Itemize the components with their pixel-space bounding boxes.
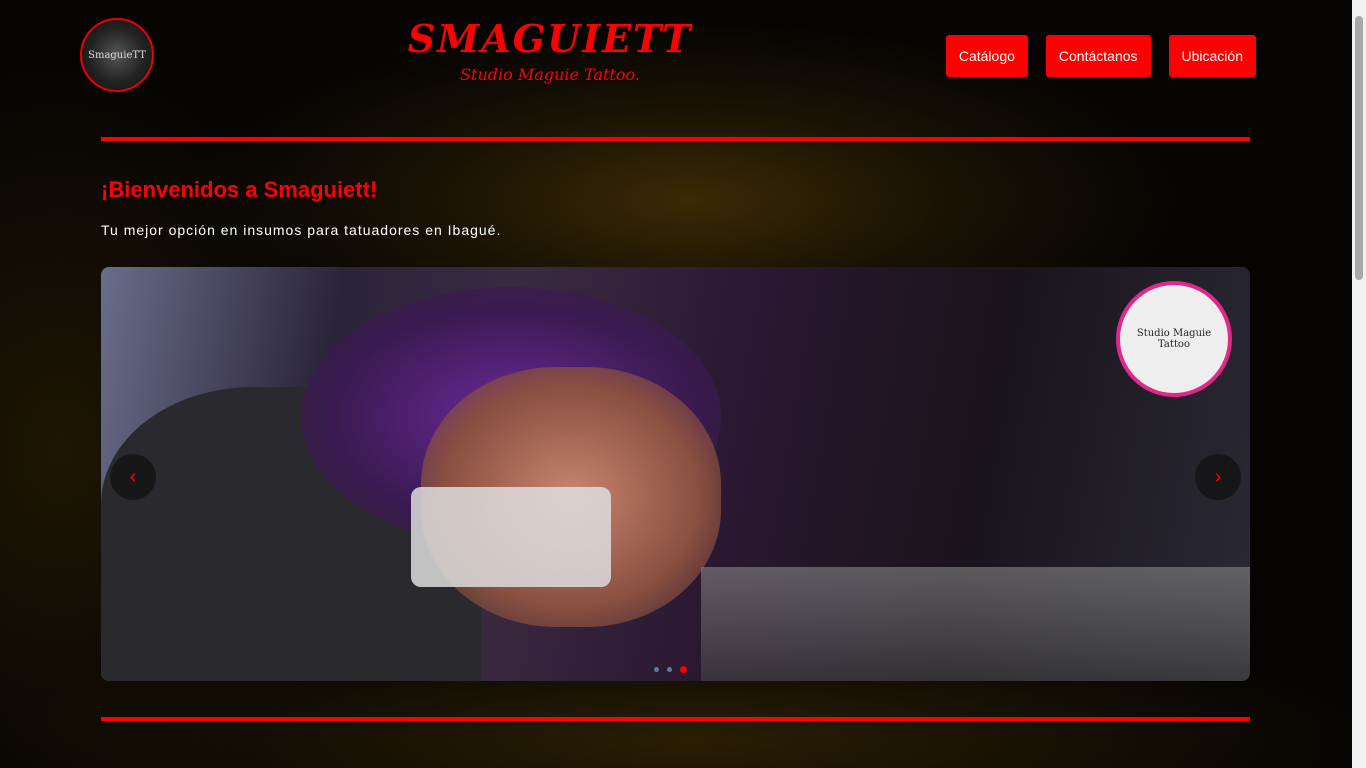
scrollbar[interactable] xyxy=(1352,0,1366,768)
brand-title: SMAGUIETT xyxy=(407,16,693,61)
divider xyxy=(101,717,1250,721)
nav-ubicacion-button[interactable]: Ubicación xyxy=(1168,35,1256,77)
page-title: ¡Bienvenidos a Smaguiett! xyxy=(101,177,378,202)
brand: SMAGUIETT Studio Maguie Tattoo. xyxy=(400,16,700,84)
divider xyxy=(101,137,1250,141)
brand-subtitle: Studio Maguie Tattoo. xyxy=(460,65,640,84)
carousel-indicator[interactable] xyxy=(654,667,659,672)
image-carousel: Studio Maguie Tattoo ‹ › xyxy=(101,267,1250,681)
nav-contactanos-button[interactable]: Contáctanos xyxy=(1045,35,1151,77)
scrollbar-thumb[interactable] xyxy=(1355,16,1363,280)
carousel-indicator-active[interactable] xyxy=(680,666,687,673)
carousel-indicator[interactable] xyxy=(667,667,672,672)
main-nav: Catálogo Contáctanos Ubicación xyxy=(945,35,1256,77)
nav-catalogo-button[interactable]: Catálogo xyxy=(945,35,1028,77)
studio-badge-logo: Studio Maguie Tattoo xyxy=(1116,281,1232,397)
page-subtitle: Tu mejor opción en insumos para tatuador… xyxy=(101,222,502,238)
logo[interactable]: SmaguieTT xyxy=(80,18,154,92)
carousel-indicators xyxy=(654,666,687,673)
badge-text: Studio Maguie Tattoo xyxy=(1136,328,1212,350)
carousel-next-button[interactable]: › xyxy=(1195,454,1241,500)
slide-image-table xyxy=(701,567,1250,681)
carousel-prev-button[interactable]: ‹ xyxy=(110,454,156,500)
site-header: SmaguieTT SMAGUIETT Studio Maguie Tattoo… xyxy=(0,0,1352,120)
logo-text: SmaguieTT xyxy=(88,49,146,61)
chevron-right-icon: › xyxy=(1214,465,1222,488)
chevron-left-icon: ‹ xyxy=(129,465,137,488)
slide-image-mask xyxy=(411,487,611,587)
